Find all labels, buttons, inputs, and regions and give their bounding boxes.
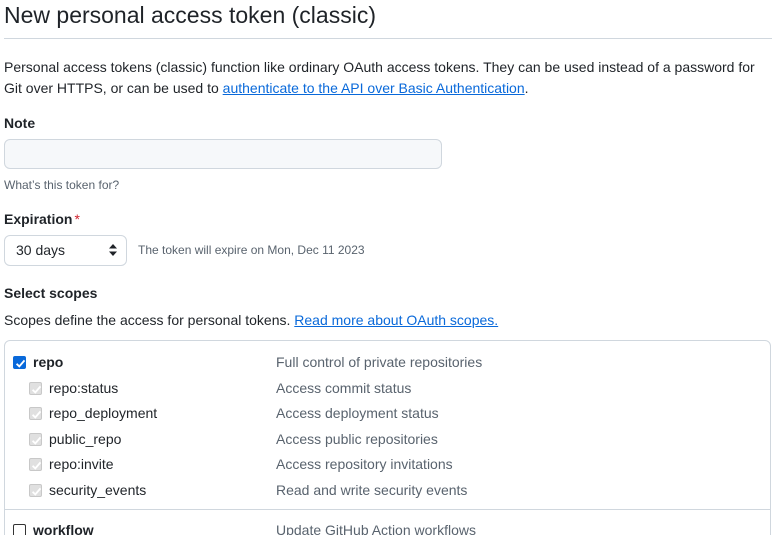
scope-row-repo-status: repo:status Access commit status <box>5 378 770 400</box>
scope-name: repo:invite <box>49 456 114 472</box>
page-title: New personal access token (classic) <box>4 2 376 28</box>
scope-desc: Full control of private repositories <box>276 354 483 370</box>
expiration-select[interactable]: 30 days <box>4 235 127 266</box>
intro-end: . <box>524 80 529 96</box>
scope-row-public-repo: public_repo Access public repositories <box>5 429 770 451</box>
scope-name: repo <box>33 354 64 370</box>
scope-row-workflow: workflow Update GitHub Action workflows <box>5 520 770 535</box>
scope-name: repo_deployment <box>49 405 158 421</box>
note-hint: What’s this token for? <box>4 178 120 192</box>
check-icon <box>15 359 26 368</box>
note-input[interactable] <box>4 139 442 169</box>
check-icon <box>31 385 42 394</box>
expiration-label-text: Expiration <box>4 211 73 227</box>
scopes-label: Select scopes <box>4 285 98 301</box>
scope-desc: Access commit status <box>276 380 412 396</box>
expiration-note: The token will expire on Mon, Dec 11 202… <box>138 243 365 257</box>
scope-desc: Access deployment status <box>276 405 439 421</box>
scope-desc: Access public repositories <box>276 431 438 447</box>
expiration-label: Expiration * <box>4 211 80 227</box>
scope-group-divider <box>5 509 770 510</box>
required-asterisk: * <box>74 211 80 227</box>
scope-name: security_events <box>49 482 147 498</box>
scope-desc: Update GitHub Action workflows <box>276 522 476 535</box>
expiration-selected-value: 30 days <box>16 242 66 258</box>
scope-desc: Access repository invitations <box>276 456 453 472</box>
oauth-scopes-link[interactable]: Read more about OAuth scopes. <box>294 312 498 328</box>
check-icon <box>31 487 42 496</box>
check-icon <box>31 436 42 445</box>
scopes-description: Scopes define the access for personal to… <box>4 312 498 328</box>
checkbox-workflow[interactable] <box>13 524 26 535</box>
checkbox-repo[interactable] <box>13 356 26 369</box>
scope-row-repo-deployment: repo_deployment Access deployment status <box>5 403 770 425</box>
scope-name: repo:status <box>49 380 119 396</box>
token-form-page: New personal access token (classic) Pers… <box>0 0 776 535</box>
note-label: Note <box>4 115 36 131</box>
title-divider <box>4 38 772 39</box>
scope-row-security-events: security_events Read and write security … <box>5 480 770 502</box>
scopes-description-text: Scopes define the access for personal to… <box>4 312 295 328</box>
basic-auth-link[interactable]: authenticate to the API over Basic Authe… <box>223 80 525 96</box>
checkbox-repo-invite[interactable] <box>29 458 42 471</box>
scopes-list: repo Full control of private repositorie… <box>4 340 771 535</box>
checkbox-repo-status[interactable] <box>29 382 42 395</box>
scope-row-repo-invite: repo:invite Access repository invitation… <box>5 454 770 476</box>
check-icon <box>31 461 42 470</box>
select-updown-icon <box>109 244 117 256</box>
scope-name: workflow <box>33 522 94 535</box>
check-icon <box>31 410 42 419</box>
checkbox-repo-deployment[interactable] <box>29 407 42 420</box>
intro-paragraph: Personal access tokens (classic) functio… <box>4 57 774 99</box>
scope-desc: Read and write security events <box>276 482 468 498</box>
scope-row-repo: repo Full control of private repositorie… <box>5 352 770 374</box>
checkbox-security-events[interactable] <box>29 484 42 497</box>
checkbox-public-repo[interactable] <box>29 433 42 446</box>
scope-name: public_repo <box>49 431 122 447</box>
